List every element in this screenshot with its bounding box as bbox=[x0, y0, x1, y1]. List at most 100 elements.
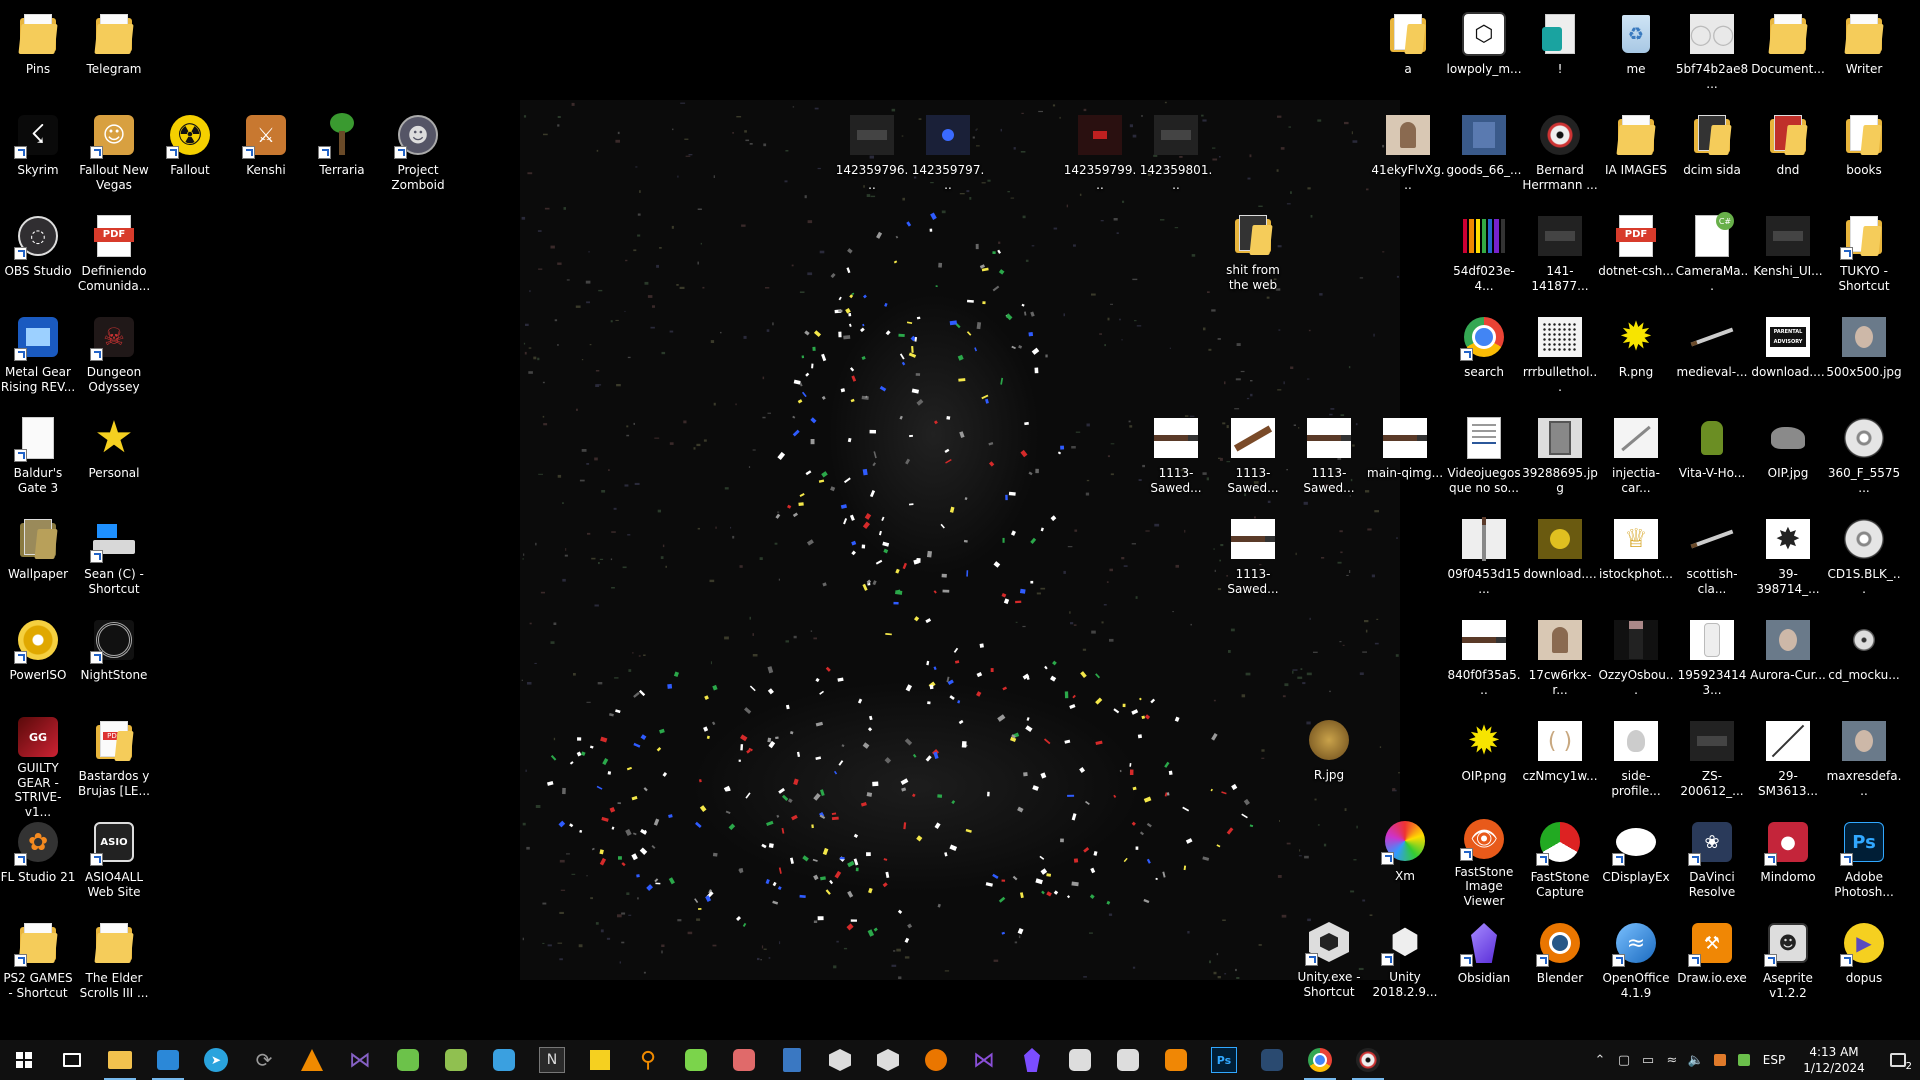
desktop-icon-1113-sawed[interactable]: 1113-Sawed... bbox=[1291, 408, 1367, 504]
desktop-icon-09f0453d15[interactable]: 09f0453d15... bbox=[1446, 509, 1522, 605]
taskbar-telegram[interactable]: ➤ bbox=[192, 1040, 240, 1080]
desktop-icon-dungeon-odyssey[interactable]: ☠ Dungeon Odyssey bbox=[76, 307, 152, 403]
show-hidden-icons-chevron-icon[interactable]: ⌃ bbox=[1588, 1040, 1612, 1080]
taskbar-calculator[interactable] bbox=[768, 1040, 816, 1080]
desktop-icon-download[interactable]: download.... bbox=[1522, 509, 1598, 605]
desktop-icon-lowpoly-m[interactable]: ⬡ lowpoly_m... bbox=[1446, 4, 1522, 100]
taskbar-store[interactable] bbox=[144, 1040, 192, 1080]
taskbar-unity-hub[interactable] bbox=[816, 1040, 864, 1080]
taskbar-drawio[interactable] bbox=[1152, 1040, 1200, 1080]
desktop-icon-fl-studio-21[interactable]: ✿ FL Studio 21 bbox=[0, 812, 76, 908]
desktop-icon-terraria[interactable]: Terraria bbox=[304, 105, 380, 201]
input-language-indicator[interactable]: ESP bbox=[1756, 1053, 1792, 1067]
desktop-icon-1113-sawed[interactable]: 1113-Sawed... bbox=[1215, 408, 1291, 504]
desktop-icon-mindomo[interactable]: ● Mindomo bbox=[1750, 812, 1826, 908]
desktop-icon-r-jpg[interactable]: R.jpg bbox=[1291, 710, 1367, 806]
desktop-icon-the-elder-scrolls-iii[interactable]: The Elder Scrolls III ... bbox=[76, 913, 152, 1009]
desktop-icon-cd-mocku[interactable]: cd_mocku... bbox=[1826, 610, 1902, 706]
taskbar-file-explorer[interactable] bbox=[96, 1040, 144, 1080]
desktop-icon-aseprite-v1-2-2[interactable]: ☻ Aseprite v1.2.2 bbox=[1750, 913, 1826, 1009]
desktop-icon-tukyo-shortcut[interactable]: TUKYO - Shortcut bbox=[1826, 206, 1902, 302]
taskbar-earth[interactable] bbox=[480, 1040, 528, 1080]
taskbar-notion[interactable]: N bbox=[528, 1040, 576, 1080]
desktop-icon-davinci-resolve[interactable]: ❀ DaVinci Resolve bbox=[1674, 812, 1750, 908]
desktop-icon-obsidian[interactable]: Obsidian bbox=[1446, 913, 1522, 1009]
desktop-icon-writer[interactable]: Writer bbox=[1826, 4, 1902, 100]
desktop-icon-zs-200612[interactable]: ZS-200612_... bbox=[1674, 711, 1750, 807]
tray-app-green-icon[interactable] bbox=[1732, 1040, 1756, 1080]
desktop-icon-ia-images[interactable]: IA IMAGES bbox=[1598, 105, 1674, 201]
desktop-icon-unity-2018-2-9[interactable]: ⬢ Unity 2018.2.9... bbox=[1367, 912, 1443, 1008]
desktop-icon-dnd[interactable]: dnd bbox=[1750, 105, 1826, 201]
clock[interactable]: 4:13 AM 1/12/2024 bbox=[1792, 1044, 1876, 1076]
desktop-icon-blender[interactable]: Blender bbox=[1522, 913, 1598, 1009]
desktop-icon-1113-sawed[interactable]: 1113-Sawed... bbox=[1215, 509, 1291, 605]
start-button[interactable] bbox=[0, 1040, 48, 1080]
taskbar-aseprite[interactable] bbox=[1056, 1040, 1104, 1080]
desktop-icon-sean-c-shortcut[interactable]: Sean (C) - Shortcut bbox=[76, 509, 152, 605]
desktop-icon-main-qimg[interactable]: main-qimg... bbox=[1367, 408, 1443, 504]
desktop-icon-openoffice-4-1-9[interactable]: ≈ OpenOffice 4.1.9 bbox=[1598, 913, 1674, 1009]
desktop-icon-side-profile[interactable]: side-profile... bbox=[1598, 711, 1674, 807]
desktop-icon-cznmcy1w[interactable]: ( ) czNmcy1w... bbox=[1522, 711, 1598, 807]
desktop-icon-download[interactable]: PARENTAL ADVISORY download.... bbox=[1750, 307, 1826, 403]
desktop-icon-istockphot[interactable]: ♕ istockphot... bbox=[1598, 509, 1674, 605]
desktop-icon-shit-from-the-web[interactable]: shit from the web bbox=[1215, 205, 1291, 301]
desktop-icon-41ekyflvxg[interactable]: 41ekyFlvXg... bbox=[1370, 105, 1446, 201]
taskbar-sync[interactable]: ⟳ bbox=[240, 1040, 288, 1080]
desktop-icon-scottish-cla[interactable]: scottish-cla... bbox=[1674, 509, 1750, 605]
desktop-icon-telegram[interactable]: Telegram bbox=[76, 4, 152, 100]
tray-app-orange-icon[interactable] bbox=[1708, 1040, 1732, 1080]
taskbar-vlc[interactable] bbox=[288, 1040, 336, 1080]
desktop-icon-141-141877[interactable]: 141-141877... bbox=[1522, 206, 1598, 302]
desktop-icon-142359797[interactable]: 142359797... bbox=[910, 105, 986, 201]
desktop-icon-cd1s-blk[interactable]: CD1S.BLK_... bbox=[1826, 509, 1902, 605]
desktop-icon-dcim-sida[interactable]: dcim sida bbox=[1674, 105, 1750, 201]
tray-app-icon[interactable]: ▢ bbox=[1612, 1040, 1636, 1080]
desktop-icon-faststone-image-viewer[interactable]: 👁 FastStone Image Viewer bbox=[1446, 812, 1522, 908]
desktop-icon-cdisplayex[interactable]: CDisplayEx bbox=[1598, 812, 1674, 908]
taskbar-visual-studio[interactable]: ⋈ bbox=[336, 1040, 384, 1080]
desktop-icon-dopus[interactable]: ▶ dopus bbox=[1826, 913, 1902, 1009]
desktop-icon-kenshi-ui[interactable]: Kenshi_UI... bbox=[1750, 206, 1826, 302]
volume-icon[interactable]: 🔈 bbox=[1684, 1040, 1708, 1080]
desktop-icon-draw-io-exe[interactable]: ⚒ Draw.io.exe bbox=[1674, 913, 1750, 1009]
desktop-icon-39-398714[interactable]: ✸ 39-398714_... bbox=[1750, 509, 1826, 605]
desktop-icon-metal-gear-rising-rev[interactable]: Metal Gear Rising REV... bbox=[0, 307, 76, 403]
desktop-icon-1959234143[interactable]: 1959234143... bbox=[1674, 610, 1750, 706]
desktop-icon-wallpaper[interactable]: Wallpaper bbox=[0, 509, 76, 605]
desktop-icon-baldur-s-gate-3[interactable]: Baldur's Gate 3 bbox=[0, 408, 76, 504]
network-wifi-icon[interactable]: ≈ bbox=[1660, 1040, 1684, 1080]
desktop-icon-goods-66[interactable]: goods_66_... bbox=[1446, 105, 1522, 201]
taskbar-notepadpp[interactable] bbox=[432, 1040, 480, 1080]
desktop-icon-guilty-gear-strive-v1[interactable]: GG GUILTY GEAR -STRIVE- v1... bbox=[0, 711, 76, 819]
desktop-icon-360-f-5575[interactable]: 360_F_5575... bbox=[1826, 408, 1902, 504]
desktop-icon-item[interactable]: ! bbox=[1522, 4, 1598, 100]
task-view-button[interactable] bbox=[48, 1040, 96, 1080]
desktop-icon-17cw6rkx-r[interactable]: 17cw6rkx-r... bbox=[1522, 610, 1598, 706]
desktop-icon-asio4all-web-site[interactable]: ASIO ASIO4ALL Web Site bbox=[76, 812, 152, 908]
desktop-icon-54df023e-4[interactable]: 54df023e-4... bbox=[1446, 206, 1522, 302]
desktop-icon-adobe-photosh[interactable]: Ps Adobe Photosh... bbox=[1826, 812, 1902, 908]
desktop-icon-unity-exe-shortcut[interactable]: Unity.exe - Shortcut bbox=[1291, 912, 1367, 1008]
desktop-icon-oip-png[interactable]: ✹ OIP.png bbox=[1446, 711, 1522, 807]
taskbar-blender[interactable] bbox=[912, 1040, 960, 1080]
taskbar-vscode[interactable]: ⋈ bbox=[960, 1040, 1008, 1080]
desktop-icon-project-zomboid[interactable]: ☻ Project Zomboid bbox=[380, 105, 456, 201]
desktop-icon-oip-jpg[interactable]: OIP.jpg bbox=[1750, 408, 1826, 504]
desktop[interactable]: Pins Telegram ☇ Skyrim ☺ Fallout New Vegas ☢ Fa… bbox=[0, 0, 1920, 1040]
desktop-icon-ps2-games-shortcut[interactable]: PS2 GAMES - Shortcut bbox=[0, 913, 76, 1009]
desktop-icon-29-sm3613[interactable]: 29-SM3613... bbox=[1750, 711, 1826, 807]
battery-icon[interactable]: ▭ bbox=[1636, 1040, 1660, 1080]
desktop-icon-camerama[interactable]: C# CameraMa... bbox=[1674, 206, 1750, 302]
taskbar-search-app[interactable]: ⚲ bbox=[624, 1040, 672, 1080]
desktop-icon-pins[interactable]: Pins bbox=[0, 4, 76, 100]
taskbar-chrome[interactable] bbox=[1296, 1040, 1344, 1080]
taskbar-app-brain[interactable] bbox=[720, 1040, 768, 1080]
desktop-icon-aurora-cur[interactable]: Aurora-Cur... bbox=[1750, 610, 1826, 706]
desktop-icon-500x500-jpg[interactable]: 500x500.jpg bbox=[1826, 307, 1902, 403]
taskbar-sticky-notes[interactable] bbox=[576, 1040, 624, 1080]
desktop-icon-personal[interactable]: ★ Personal bbox=[76, 408, 152, 504]
desktop-icon-books[interactable]: books bbox=[1826, 105, 1902, 201]
desktop-icon-1113-sawed[interactable]: 1113-Sawed... bbox=[1138, 408, 1214, 504]
